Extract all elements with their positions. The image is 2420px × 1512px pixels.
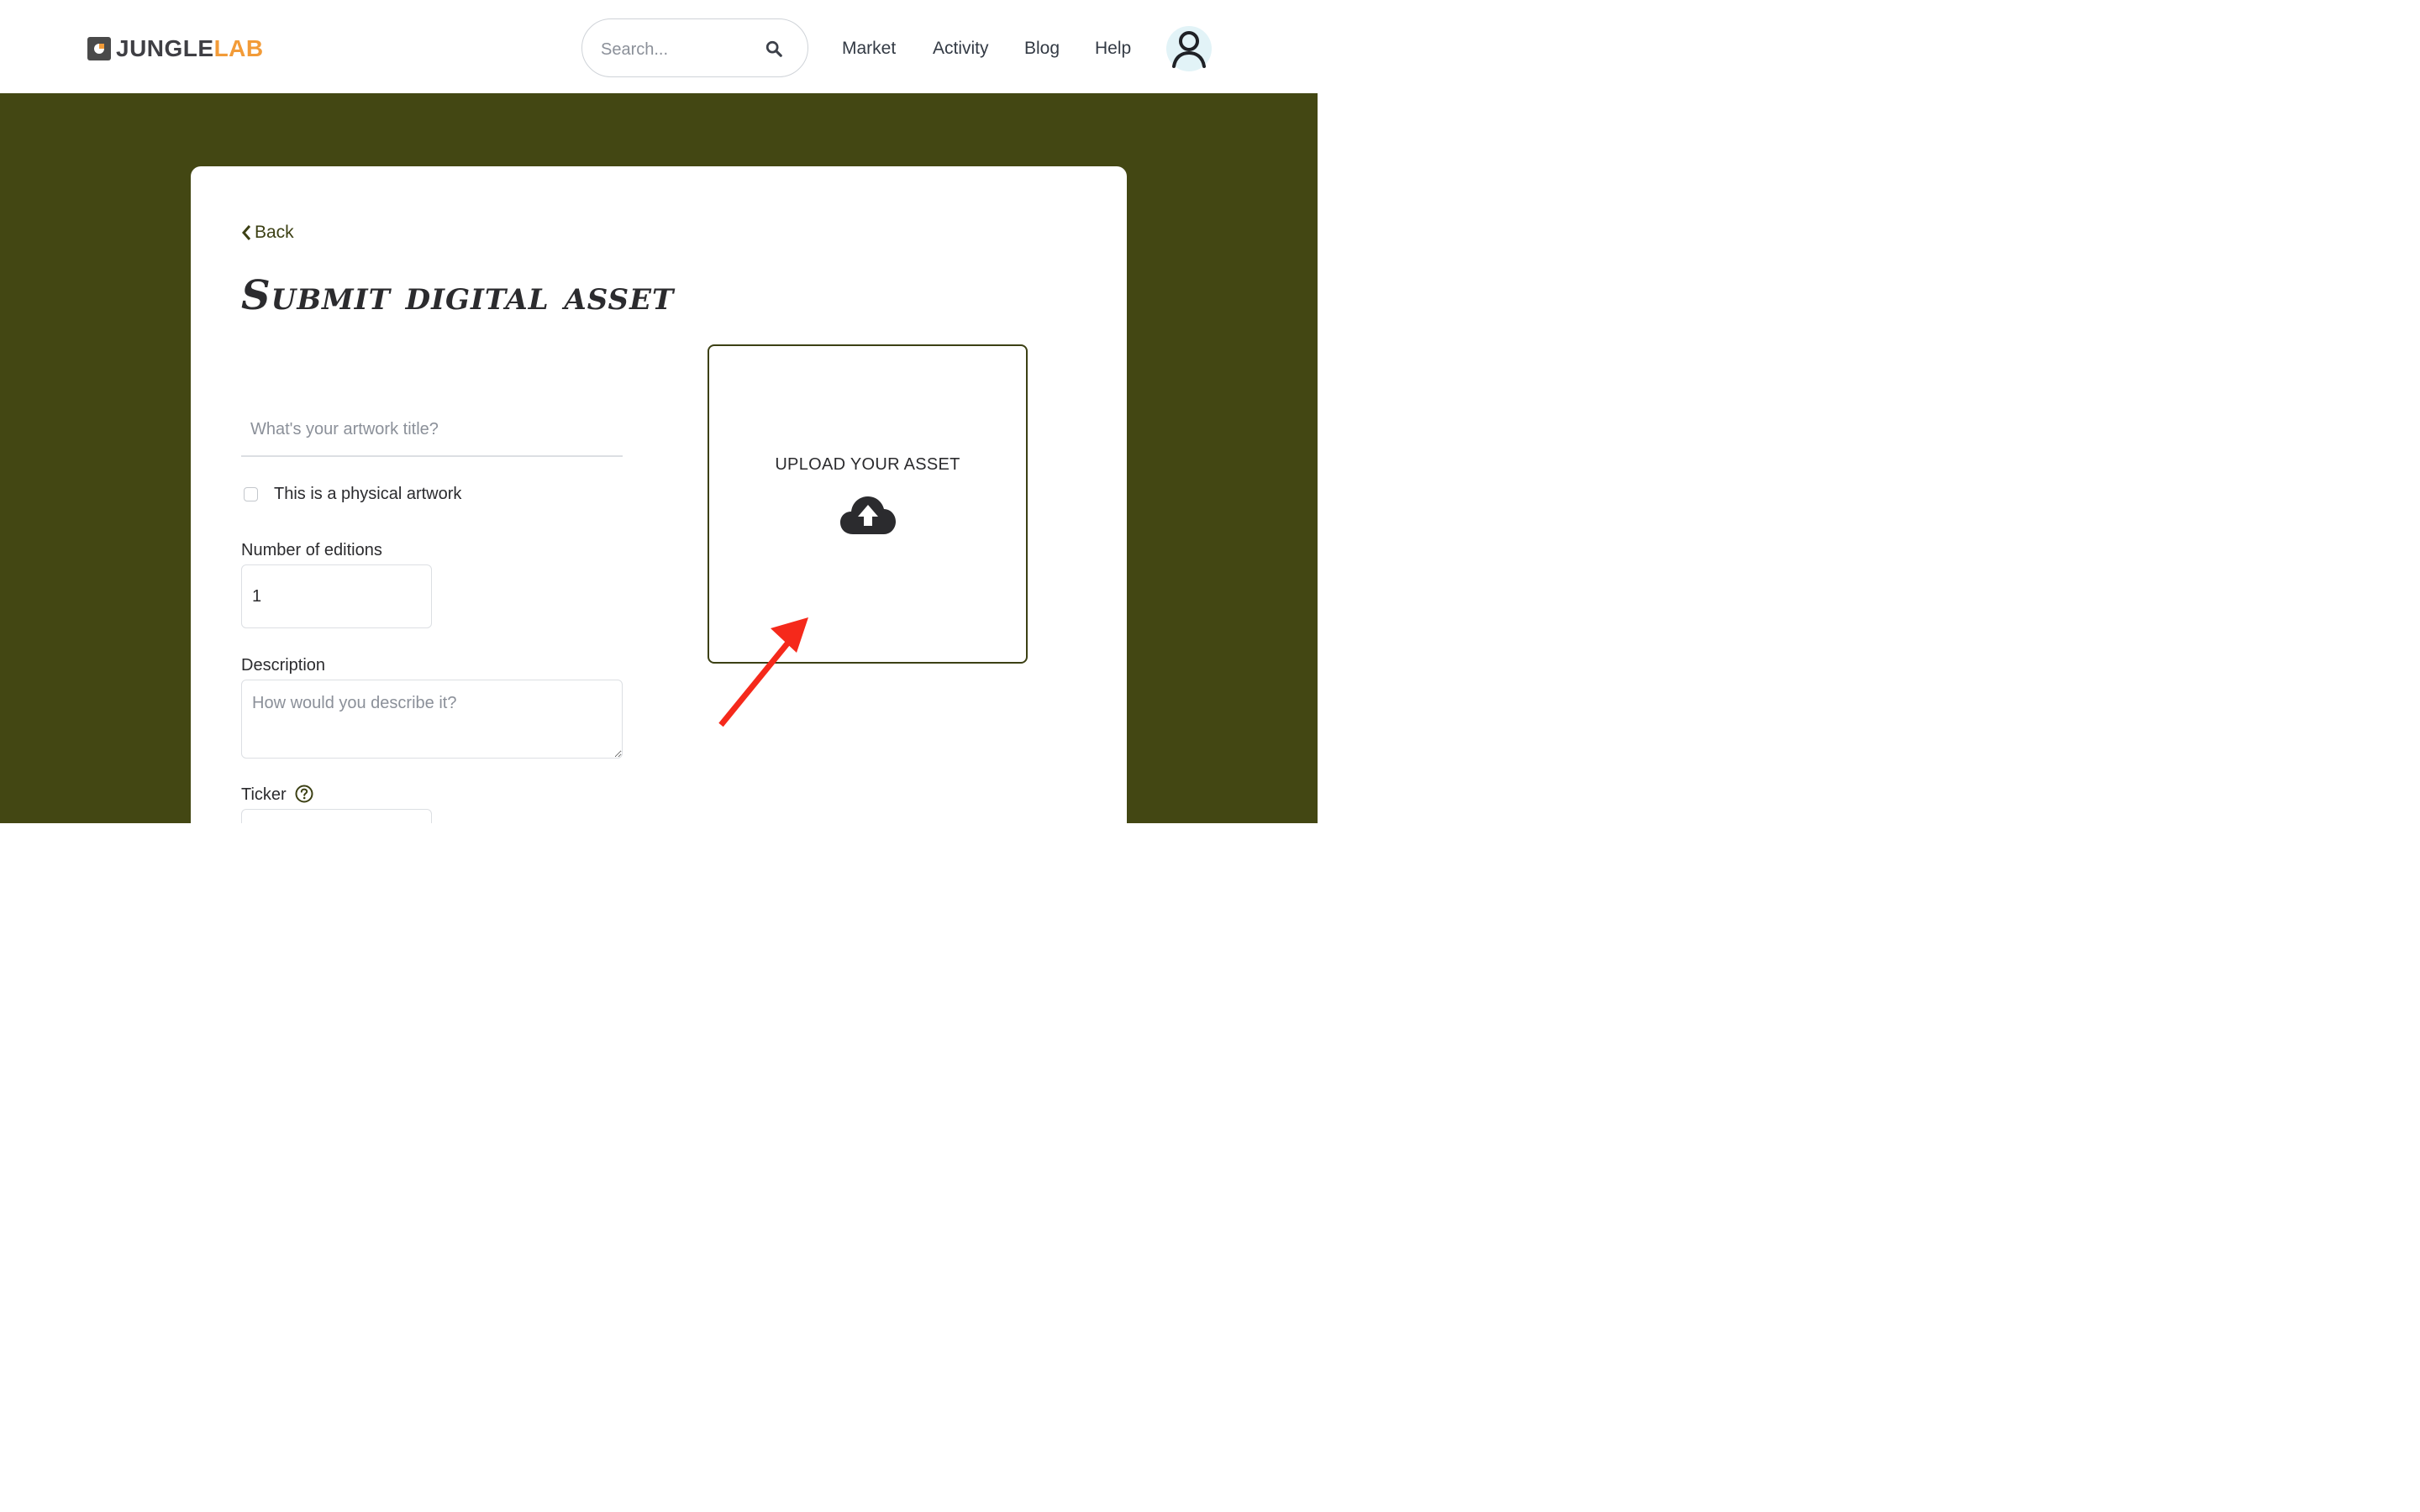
nav-link-market[interactable]: Market — [842, 37, 896, 60]
editions-input[interactable] — [241, 564, 432, 628]
nav-link-activity[interactable]: Activity — [933, 37, 989, 60]
physical-artwork-label[interactable]: This is a physical artwork — [274, 484, 461, 504]
search-icon[interactable] — [765, 39, 783, 58]
nav-link-help[interactable]: Help — [1095, 37, 1131, 60]
back-label: Back — [255, 223, 294, 242]
search-box — [581, 18, 808, 77]
question-circle-icon[interactable] — [295, 785, 313, 803]
description-textarea[interactable] — [241, 680, 623, 759]
ticker-input[interactable] — [241, 809, 432, 823]
description-label: Description — [241, 656, 326, 675]
search-input[interactable] — [599, 34, 762, 65]
cloud-upload-icon — [840, 496, 896, 534]
page: JUNGLELAB Market Activity Blog Help Back — [0, 0, 1318, 823]
brand-logo[interactable]: JUNGLELAB — [87, 36, 264, 61]
physical-artwork-row: This is a physical artwork — [244, 484, 461, 504]
artwork-title-input[interactable] — [241, 403, 623, 457]
brand-wordmark: JUNGLELAB — [116, 36, 264, 61]
ticker-label: Ticker — [241, 785, 287, 804]
editions-label: Number of editions — [241, 541, 382, 559]
nav-link-blog[interactable]: Blog — [1024, 37, 1060, 60]
user-icon — [1172, 31, 1206, 68]
physical-artwork-checkbox[interactable] — [244, 486, 258, 501]
brand-name-part1: JUNGLE — [116, 35, 214, 61]
brand-name-part2: LAB — [213, 35, 264, 61]
junglelab-logo-icon — [87, 37, 111, 60]
upload-asset-dropzone[interactable]: UPLOAD YOUR ASSET — [708, 344, 1028, 664]
back-link[interactable]: Back — [241, 222, 294, 244]
page-title: Submit digital asset — [241, 272, 675, 319]
user-avatar[interactable] — [1166, 26, 1212, 71]
chevron-left-icon — [242, 225, 251, 240]
upload-asset-label: UPLOAD YOUR ASSET — [775, 455, 960, 474]
top-navbar: JUNGLELAB Market Activity Blog Help — [0, 0, 1318, 93]
